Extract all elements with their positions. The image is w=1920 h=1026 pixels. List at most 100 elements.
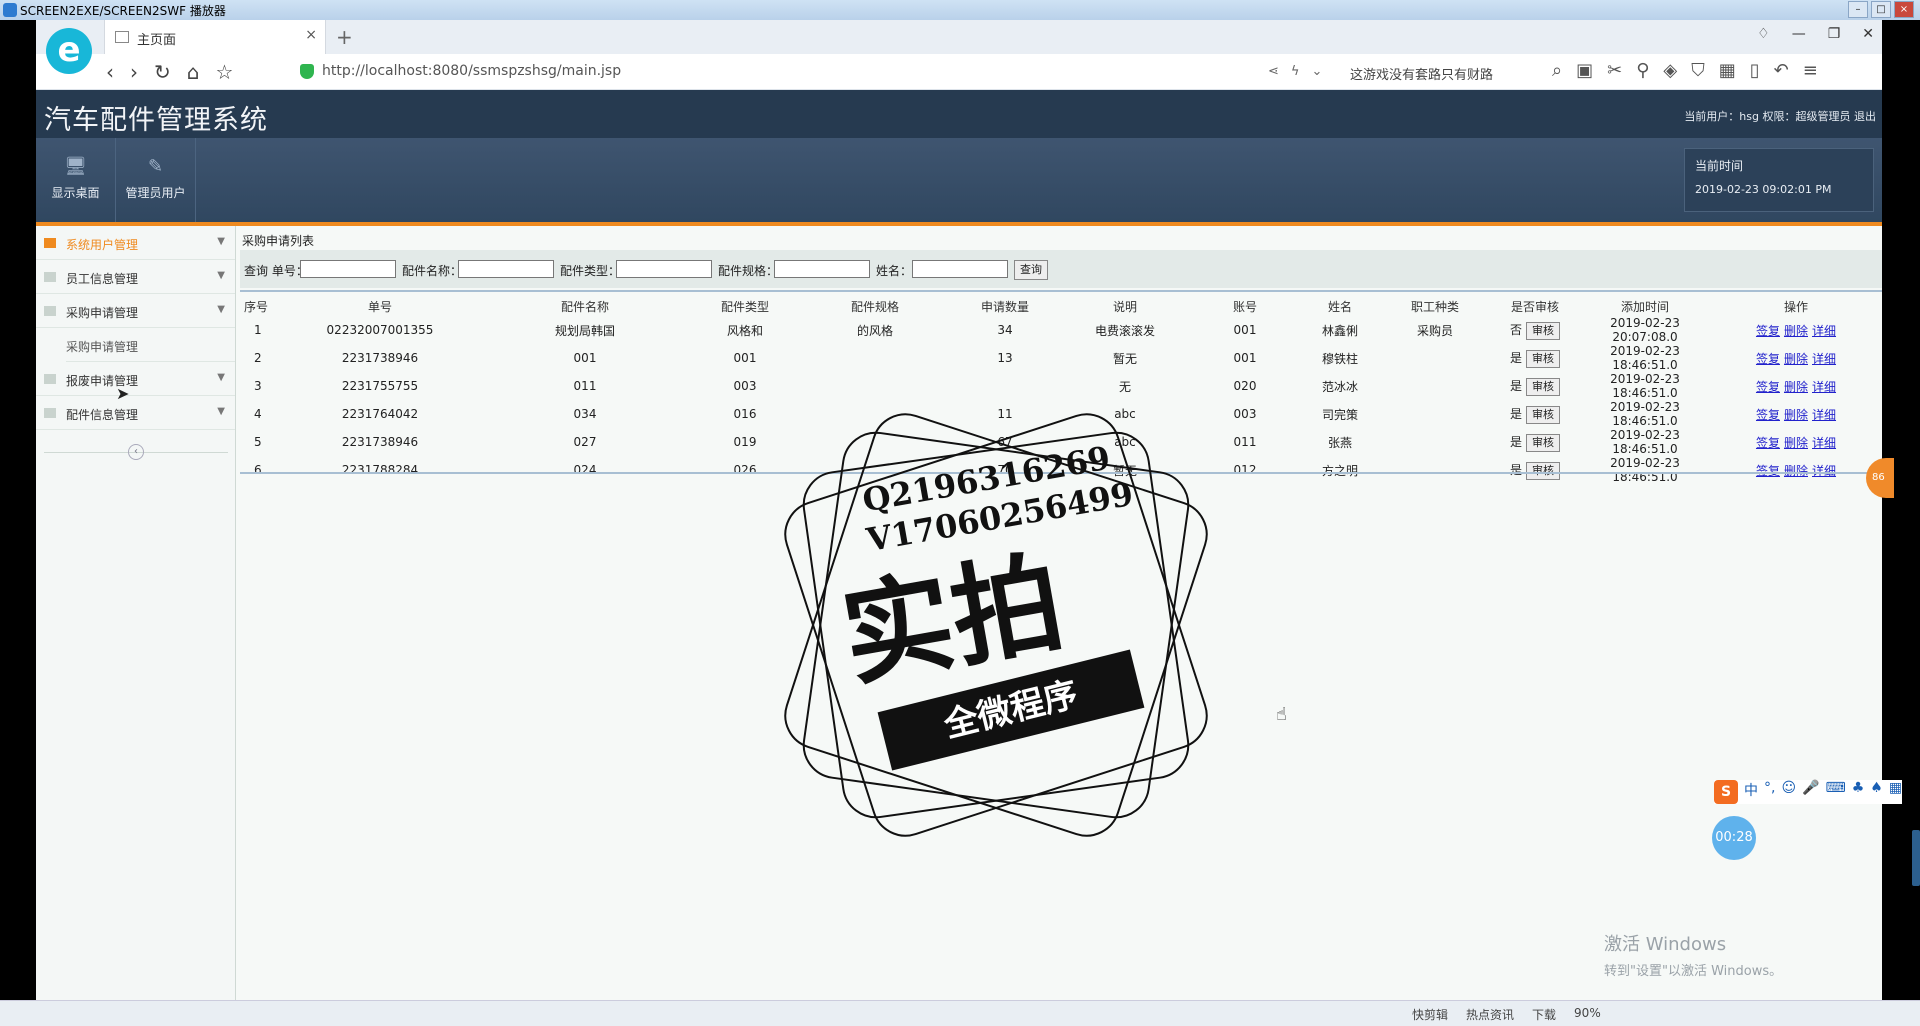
undo-icon[interactable]: ↶ [1774, 60, 1789, 81]
audit-button[interactable]: 审核 [1526, 321, 1560, 340]
search-hint[interactable]: 这游戏没有套路只有财路 [1350, 64, 1493, 83]
maximize-icon[interactable]: □ [1871, 1, 1891, 18]
user-info[interactable]: 当前用户：hsg 权限：超级管理员 退出 [1684, 108, 1876, 124]
audit-button[interactable]: 审核 [1526, 433, 1560, 452]
sidebar-item-parts[interactable]: 配件信息管理 ▼ [36, 396, 235, 430]
admin-user-button[interactable]: ✎ 管理员用户 [116, 138, 196, 222]
new-tab-icon[interactable]: + [336, 25, 353, 49]
cell-text: 34 [997, 323, 1013, 337]
detail-link[interactable]: 详细 [1812, 464, 1836, 478]
delete-link[interactable]: 删除 [1784, 352, 1808, 366]
admin-user-label: 管理员用户 [125, 186, 186, 200]
reply-link[interactable]: 签复 [1756, 324, 1780, 338]
chevron-down-icon: ▼ [217, 270, 225, 281]
window-minimize-icon[interactable]: — [1792, 26, 1806, 42]
detail-link[interactable]: 详细 [1812, 436, 1836, 450]
part-spec-input[interactable] [774, 260, 870, 278]
tab-main[interactable]: 主页面 × [104, 20, 326, 54]
game-icon[interactable]: ◈ [1663, 60, 1677, 81]
reply-link[interactable]: 签复 [1756, 408, 1780, 422]
share-icon[interactable]: ⋖ [1268, 64, 1279, 79]
table-cell: 011 [480, 372, 690, 400]
url-text[interactable]: http://localhost:8080/ssmspzshsg/main.js… [322, 63, 621, 79]
home-icon[interactable]: ⌂ [187, 60, 200, 84]
keyboard-icon[interactable]: ⌨ [1826, 780, 1846, 804]
window-close-icon[interactable]: ✕ [1862, 26, 1874, 42]
shield-plus-icon[interactable]: ⛉ [1691, 60, 1705, 81]
microphone-icon[interactable]: 🎤 [1802, 780, 1819, 804]
detail-link[interactable]: 详细 [1812, 324, 1836, 338]
minimize-icon[interactable]: – [1848, 1, 1868, 18]
search-icon[interactable]: ⌕ [1552, 60, 1562, 81]
reader-icon[interactable]: ▯ [1750, 60, 1760, 81]
side-panel-icon[interactable] [1912, 830, 1920, 886]
ime-chinese-icon[interactable]: 中 [1744, 780, 1758, 804]
shirt-icon[interactable]: ♠ [1870, 780, 1883, 804]
collapse-sidebar-icon[interactable]: ‹ [128, 444, 144, 460]
show-desktop-label: 显示桌面 [51, 186, 100, 200]
tab-close-icon[interactable]: × [305, 27, 317, 43]
menu-icon[interactable]: ≡ [1803, 60, 1818, 81]
sogou-icon[interactable]: S [1714, 780, 1738, 804]
delete-link[interactable]: 删除 [1784, 324, 1808, 338]
table-cell: 02232007001355 [280, 316, 480, 344]
translate-icon[interactable]: ▣ [1576, 60, 1593, 81]
download-button[interactable]: 下载 [1532, 1006, 1556, 1023]
reply-link[interactable]: 签复 [1756, 380, 1780, 394]
order-no-input[interactable] [300, 260, 396, 278]
part-name-input[interactable] [458, 260, 554, 278]
reply-link[interactable]: 签复 [1756, 436, 1780, 450]
audit-button[interactable]: 审核 [1526, 405, 1560, 424]
audit-button[interactable]: 审核 [1526, 461, 1560, 480]
apps-icon[interactable]: ▦ [1719, 60, 1736, 81]
lightning-icon[interactable]: ϟ [1291, 64, 1300, 79]
detail-link[interactable]: 详细 [1812, 408, 1836, 422]
scissors-icon[interactable]: ✂ [1607, 60, 1622, 81]
cell-text: 规划局韩国 [554, 323, 615, 338]
detail-link[interactable]: 详细 [1812, 352, 1836, 366]
quick-edit-button[interactable]: 快剪辑 [1412, 1006, 1448, 1023]
back-icon[interactable]: ‹ [106, 60, 114, 84]
sidebar-subitem-purchase[interactable]: 采购申请管理 [66, 328, 235, 362]
sidebar-item-employees[interactable]: 员工信息管理 ▼ [36, 260, 235, 294]
delete-link[interactable]: 删除 [1784, 464, 1808, 478]
sidebar-item-scrap[interactable]: 报废申请管理 ▼ [36, 362, 235, 396]
reply-link[interactable]: 签复 [1756, 464, 1780, 478]
browser-logo-icon[interactable]: e [46, 28, 92, 74]
table-cell: 67 [950, 428, 1060, 456]
magnifier-icon[interactable]: ⚲ [1636, 60, 1649, 81]
forward-icon[interactable]: › [130, 60, 138, 84]
hot-news-button[interactable]: 热点资讯 [1466, 1006, 1514, 1023]
part-type-input[interactable] [616, 260, 712, 278]
search-button[interactable]: 查询 [1014, 260, 1048, 280]
cell-text: 001 [573, 351, 597, 365]
detail-link[interactable]: 详细 [1812, 380, 1836, 394]
favorite-star-icon[interactable]: ☆ [215, 60, 233, 84]
audit-button[interactable]: 审核 [1526, 377, 1560, 396]
sidebar-item-system-users[interactable]: 系统用户管理 ▼ [36, 226, 235, 260]
table-cell: 2231764042 [280, 400, 480, 428]
table-cell: 暂无 [1060, 456, 1190, 484]
record-timer[interactable]: 00:28 [1712, 816, 1756, 860]
zoom-level[interactable]: 90% [1574, 1006, 1601, 1023]
toolbox-icon[interactable]: ▦ [1889, 780, 1902, 804]
audit-button[interactable]: 审核 [1526, 349, 1560, 368]
emoji-icon[interactable]: ☺ [1781, 780, 1796, 804]
table-cell [1380, 400, 1490, 428]
address-bar[interactable]: http://localhost:8080/ssmspzshsg/main.js… [300, 60, 1280, 84]
delete-link[interactable]: 删除 [1784, 408, 1808, 422]
ime-toolbar[interactable]: S 中 °, ☺ 🎤 ⌨ ♣ ♠ ▦ [1714, 780, 1903, 804]
punctuation-icon[interactable]: °, [1764, 780, 1775, 804]
close-icon[interactable]: × [1894, 1, 1914, 18]
reply-link[interactable]: 签复 [1756, 352, 1780, 366]
name-input[interactable] [912, 260, 1008, 278]
delete-link[interactable]: 删除 [1784, 436, 1808, 450]
dropdown-icon[interactable]: ⌄ [1311, 64, 1322, 79]
refresh-icon[interactable]: ↻ [154, 60, 171, 84]
skin-icon[interactable]: ♣ [1852, 780, 1865, 804]
sidebar-item-purchase[interactable]: 采购申请管理 ▼ [36, 294, 235, 328]
window-restore-icon[interactable]: ❐ [1828, 26, 1841, 42]
skin-icon[interactable]: ♢ [1757, 26, 1770, 42]
show-desktop-button[interactable]: 🖥 显示桌面 [36, 138, 116, 222]
delete-link[interactable]: 删除 [1784, 380, 1808, 394]
